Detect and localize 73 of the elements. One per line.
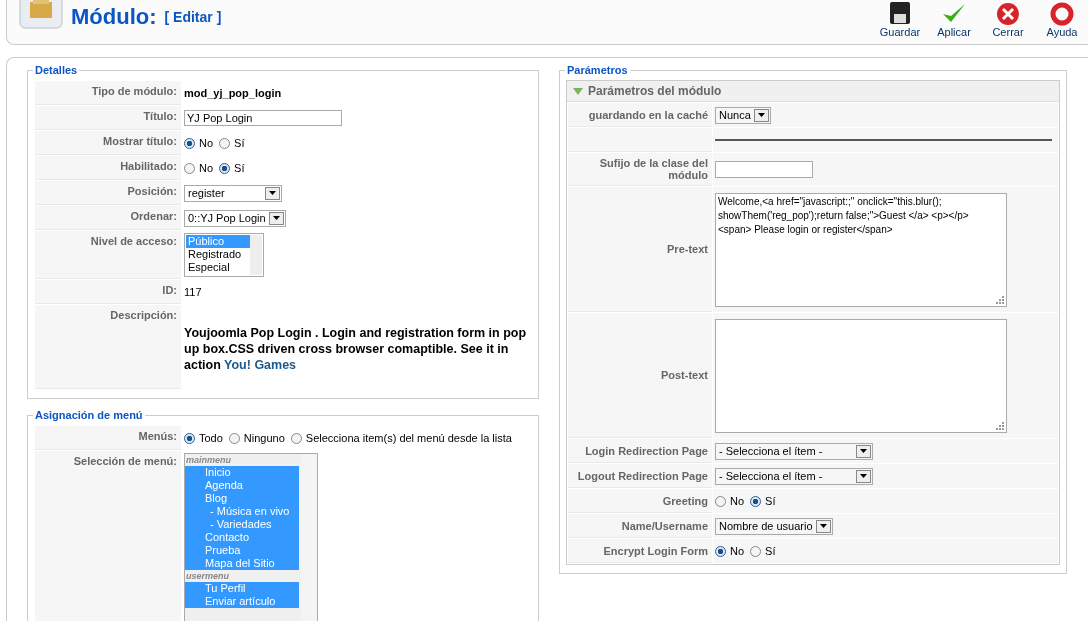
radio-option[interactable]: Sí [219,137,245,149]
field-label: Descripción: [110,309,177,321]
radio-option[interactable]: Sí [219,162,245,174]
save-button[interactable]: Guardar [874,2,926,38]
radio-option[interactable]: Ninguno [228,432,285,444]
field-label: guardando en la caché [588,108,708,121]
radio-option[interactable]: No [715,495,745,507]
field-label: Login Redirection Page [585,444,708,457]
page-subtitle: [ Editar ] [164,9,222,25]
title-input[interactable]: YJ Pop Login [184,110,342,126]
field-label: Pre-text [667,243,708,255]
text-area[interactable] [715,318,1007,433]
group-heading: usermenu [185,570,230,582]
resize-grip-icon [995,420,1004,430]
caret-icon [757,113,765,117]
help-button[interactable]: Ayuda [1036,2,1088,38]
list-option[interactable]: Registrado [186,248,250,261]
scrollbar[interactable] [301,454,317,621]
field-label: Selección de menú: [73,455,177,467]
caret-icon [860,449,867,453]
select-dropdown[interactable]: register [184,184,282,202]
field-value: 117 [184,286,202,298]
field-label: Greeting [662,494,708,507]
select-dropdown[interactable]: Nombre de usuario [715,517,833,535]
caret-icon [272,216,280,220]
module-type: mod_yj_pop_login [184,87,282,99]
panel-title: Parámetros del módulo [588,84,722,98]
field-label: Mostrar título: [103,135,177,147]
access-listbox[interactable]: Público Registrado Especial [184,233,264,277]
caret-icon [819,524,827,528]
section-legend: Parámetros [565,64,630,76]
field-label: Encrypt Login Form [603,544,708,557]
radio-option[interactable]: Todo [184,432,223,444]
section-legend: Detalles [33,64,80,76]
box-icon [19,0,63,30]
page-title: Módulo: [71,4,157,30]
list-option[interactable]: Especial [186,261,250,274]
field-label: Habilitado: [120,160,177,172]
panel-header[interactable]: Parámetros del módulo [567,81,1059,102]
field-label: Name/Username [621,519,708,532]
lifebuoy-icon [1049,2,1075,26]
field-label: Menús: [138,430,177,442]
games-link[interactable]: You! Games [224,358,297,372]
field-label: Logout Redirection Page [577,469,708,482]
field-label: Tipo de módulo: [91,85,177,97]
scrollbar[interactable] [250,235,262,275]
caret-icon [269,191,276,195]
caret-icon [860,474,867,478]
radio-option[interactable]: No [184,162,214,174]
field-label: Título: [143,110,177,122]
radio-option[interactable]: No [184,137,214,149]
field-label: Post-text [660,369,708,381]
text-area[interactable]: Welcome,<a href="javascript:;" onclick="this.blur(); showThem('reg_pop');return false;">Guest </a> <p></p> <span> Please login or register</span> [715,192,1007,307]
description-text: Youjoomla Pop Login . Login and registration form in pop up box.CSS driven cross browser comaptible. See it in action You! Games [184,325,528,373]
select-dropdown[interactable]: - Selecciona el ítem - [715,467,873,485]
field-label: Posición: [127,185,177,197]
radio-option[interactable]: No [715,545,745,557]
close-button[interactable]: Cerrar [982,2,1034,38]
radio-option[interactable]: Sí [750,545,776,557]
select-dropdown[interactable]: Nunca [715,106,771,124]
resize-grip-icon [995,294,1004,304]
select-dropdown[interactable]: - Selecciona el ítem - [715,442,873,460]
section-legend: Asignación de menú [33,409,145,421]
apply-button[interactable]: Aplicar [928,2,980,38]
radio-option[interactable]: Sí [750,495,776,507]
field-label: Sufijo de la clase del módulo [599,157,708,181]
group-heading: mainmenu [185,454,232,466]
field-label: Ordenar: [130,210,177,222]
select-dropdown[interactable]: 0::YJ Pop Login [184,209,286,227]
text-input[interactable] [715,161,813,178]
field-label: ID: [162,284,177,296]
field-label: Nivel de acceso: [90,235,177,247]
radio-option[interactable]: Selecciona item(s) del menú desde la lista [290,432,512,444]
